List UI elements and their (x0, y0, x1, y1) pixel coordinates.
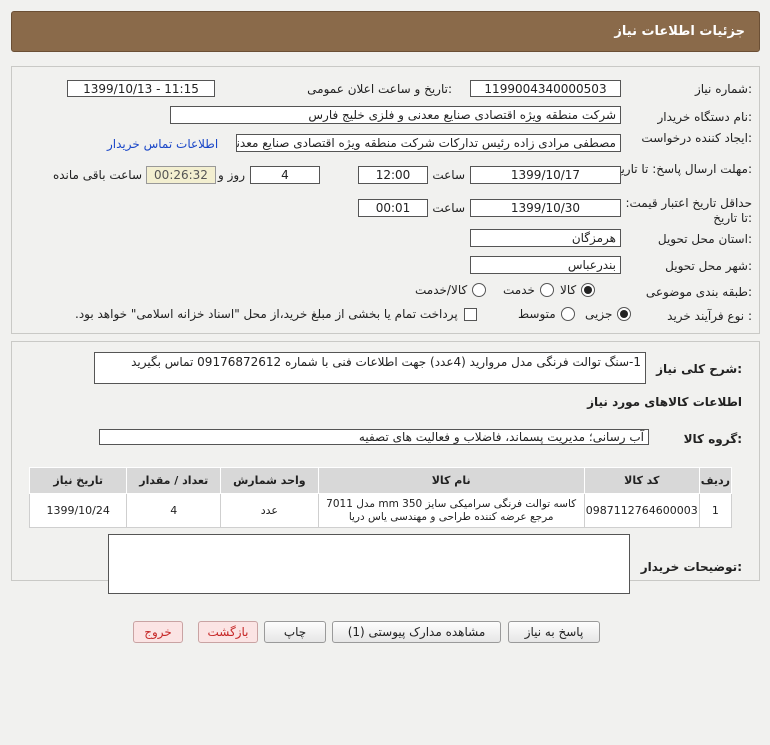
remaining-time-field: 00:26:32 (146, 166, 216, 184)
col-date: تاریخ نیاز (28, 467, 128, 494)
creator-label: ایجاد کننده درخواست: (641, 131, 752, 145)
radio-selected-icon (617, 307, 632, 321)
days-label: روز و (218, 168, 245, 182)
buyer-org-label: نام دستگاه خریدار: (657, 110, 753, 124)
contact-info-link[interactable]: اطلاعات تماس خریدار (107, 137, 218, 151)
reply-deadline-label: مهلت ارسال پاسخ: تا تاریخ: (613, 162, 752, 176)
table-row: 1 0987112764600003 کاسه توالت فرنگی سرام… (28, 493, 733, 528)
description-label: شرح کلی نیاز: (656, 362, 742, 376)
reply-date-field: 1399/10/17 (470, 166, 621, 184)
announce-label: تاریخ و ساعت اعلان عمومی: (307, 82, 452, 96)
process-label: نوع فرآیند خرید : (667, 309, 752, 323)
cell-name: کاسه توالت فرنگی سرامیکی سایز 350 mm مدل… (317, 493, 585, 528)
treasury-payment-checkbox[interactable]: پرداخت تمام یا بخشی از مبلغ خرید،از محل … (75, 307, 477, 321)
cell-unit: عدد (220, 493, 319, 528)
cell-qty: 4 (126, 493, 222, 528)
cell-name-line1: کاسه توالت فرنگی سرامیکی سایز 350 mm مدل… (326, 497, 577, 510)
back-button[interactable]: بازگشت (198, 621, 258, 643)
province-field: هرمزگان (470, 229, 621, 247)
col-name: نام کالا (317, 467, 585, 494)
radio-icon (539, 283, 554, 297)
buyer-notes-field (108, 534, 630, 594)
price-time-label: ساعت (432, 201, 465, 215)
creator-field: مصطفی مرادی زاده رئیس تدارکات شرکت منطقه… (236, 134, 621, 152)
buyer-notes-label: توضیحات خریدار: (640, 560, 742, 574)
need-number-field: 1199004340000503 (470, 80, 621, 97)
city-field: بندرعباس (470, 256, 621, 274)
page-header: جزئیات اطلاعات نیاز (11, 11, 760, 52)
goods-group-field: آب رسانی؛ مدیریت پسماند، فاضلاب و فعالیت… (99, 429, 649, 445)
goods-section-title: اطلاعات کالاهای مورد نیاز (587, 395, 742, 409)
price-validity-label: حداقل تاریخ اعتبار قیمت: تا تاریخ: (625, 196, 752, 225)
process-option-medium[interactable]: متوسط (518, 307, 575, 321)
radio-icon (472, 283, 487, 297)
category-option-goods-service[interactable]: کالا/خدمت (415, 283, 487, 297)
radio-selected-icon (581, 283, 596, 297)
goods-table: ردیف کد کالا نام کالا واحد شمارش تعداد /… (28, 467, 733, 528)
category-option-goods[interactable]: کالا (560, 283, 596, 297)
category-option-service[interactable]: خدمت (503, 283, 554, 297)
page-title: جزئیات اطلاعات نیاز (614, 24, 745, 39)
checkbox-icon (463, 307, 477, 321)
price-date-field: 1399/10/30 (470, 199, 621, 217)
col-row: ردیف (698, 467, 733, 494)
cell-code: 0987112764600003 (583, 493, 700, 528)
process-option-minor[interactable]: جزیی (585, 307, 632, 321)
exit-button[interactable]: خروج (133, 621, 183, 643)
buyer-org-field: شرکت منطقه ویژه اقتصادی صنایع معدنی و فل… (170, 106, 621, 124)
description-field: 1-سنگ توالت فرنگی مدل مروارید (4عدد) جهت… (94, 352, 646, 384)
cell-row: 1 (698, 493, 733, 528)
reply-time-label: ساعت (432, 168, 465, 182)
col-code: کد کالا (583, 467, 700, 494)
print-button[interactable]: چاپ (264, 621, 326, 643)
need-number-label: شماره نیاز: (694, 82, 752, 96)
col-qty: تعداد / مقدار (126, 467, 222, 494)
radio-icon (560, 307, 575, 321)
city-label: شهر محل تحویل: (665, 259, 752, 273)
view-documents-button[interactable]: مشاهده مدارک پیوستی (1) (332, 621, 501, 643)
cell-name-line2: مرجع عرضه کننده طراحی و مهندسی یاس دریا (348, 510, 554, 523)
announce-field: 1399/10/13 - 11:15 (67, 80, 215, 97)
remaining-label: ساعت باقی مانده (52, 168, 142, 182)
category-label: طبقه بندی موضوعی: (645, 285, 752, 299)
days-field: 4 (250, 166, 320, 184)
reply-time-field: 12:00 (358, 166, 428, 184)
reply-button[interactable]: پاسخ به نیاز (508, 621, 600, 643)
goods-table-header: ردیف کد کالا نام کالا واحد شمارش تعداد /… (28, 467, 733, 494)
goods-group-label: گروه کالا: (683, 432, 742, 446)
price-time-field: 00:01 (358, 199, 428, 217)
cell-date: 1399/10/24 (28, 493, 128, 528)
province-label: استان محل تحویل: (657, 232, 752, 246)
col-unit: واحد شمارش (220, 467, 319, 494)
